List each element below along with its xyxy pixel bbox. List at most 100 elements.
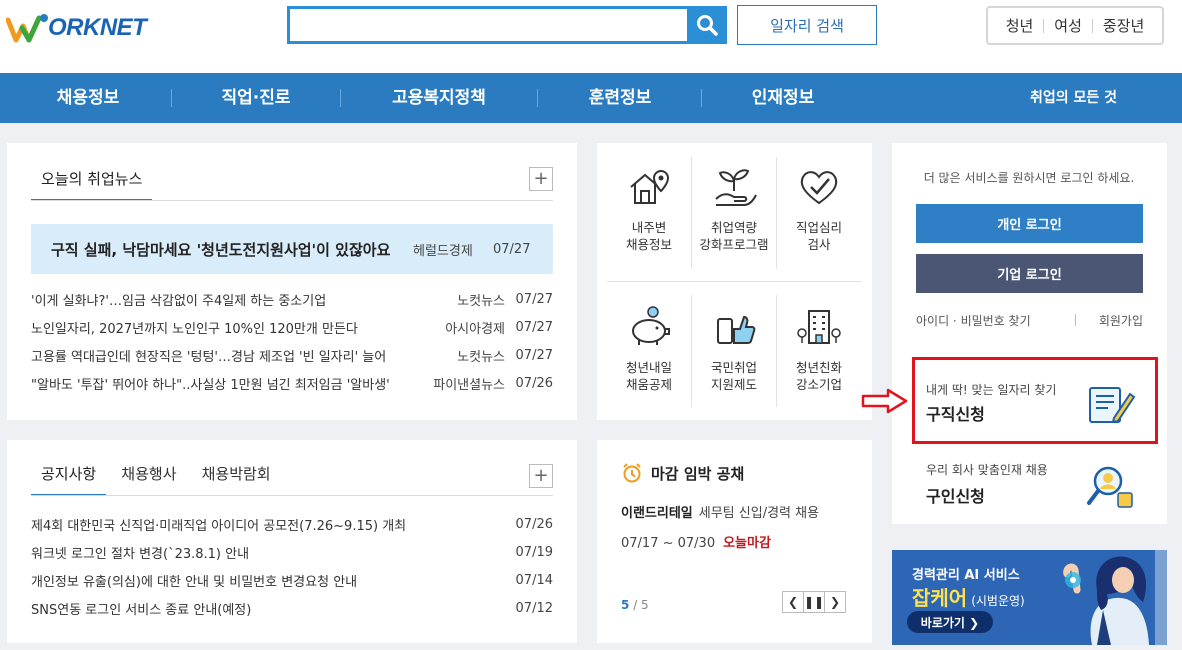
service-nearby-jobs[interactable]: 내주변채용정보 xyxy=(607,165,691,253)
service-label: 채용정보 xyxy=(625,237,672,252)
deadline-period-row: 07/17 ~ 07/30 오늘마감 xyxy=(621,532,771,551)
notice-title: SNS연동 로그인 서비스 종료 안내(예정) xyxy=(31,602,252,618)
list-item[interactable]: 고용률 역대급인데 현장직은 '텅텅'…경남 제조업 '빈 일자리' 늘어 노컷… xyxy=(31,341,553,369)
service-label: 내주변 xyxy=(631,220,667,235)
list-item[interactable]: 워크넷 로그인 절차 변경(`23.8.1) 안내 07/19 xyxy=(31,538,553,566)
jobcare-banner[interactable]: 경력관리 AI 서비스 잡케어 (시범운영) 바로가기 ❯ xyxy=(892,550,1167,645)
main-nav: 채용정보 직업·진로 고용복지정책 훈련정보 인재정보 취업의 모든 것 xyxy=(0,73,1182,123)
news-source: 파이낸셜뉴스 xyxy=(433,377,505,393)
tab-job-fairs[interactable]: 채용박람회 xyxy=(192,458,281,496)
building-icon xyxy=(797,310,841,344)
pager-controls: ❮ ❚❚ ❯ xyxy=(782,591,846,613)
nav-divider xyxy=(171,89,172,107)
service-label: 강소기업 xyxy=(795,377,842,392)
news-source: 아시아경제 xyxy=(445,321,505,337)
news-source: 노컷뉴스 xyxy=(457,349,505,365)
service-label: 취업역량 xyxy=(710,220,757,235)
personal-login-button[interactable]: 개인 로그인 xyxy=(916,204,1143,243)
list-item[interactable]: SNS연동 로그인 서비스 종료 안내(예정) 07/12 xyxy=(31,594,553,622)
woman-illustration-icon xyxy=(1063,550,1167,645)
banner-go-button[interactable]: 바로가기 ❯ xyxy=(907,611,993,633)
notice-date: 07/14 xyxy=(515,572,553,588)
service-job-skills[interactable]: 취업역량 강화프로그램 xyxy=(692,165,776,253)
news-more-button[interactable]: + xyxy=(529,167,553,191)
next-button[interactable]: ❯ xyxy=(824,591,846,613)
logo-text: ORKNET xyxy=(48,14,147,41)
notice-panel: 공지사항 채용행사 채용박람회 + 제4회 대한민국 신직업·미래직업 아이디어… xyxy=(7,440,577,643)
pager-current: 5 xyxy=(621,598,630,612)
heart-check-icon xyxy=(800,171,838,205)
service-youth-savings[interactable]: 청년내일 채움공제 xyxy=(607,305,691,393)
news-tabs: 오늘의 취업뉴스 xyxy=(31,163,153,201)
deadline-period: 07/17 ~ 07/30 xyxy=(621,536,716,551)
nav-item-career[interactable]: 직업·진로 xyxy=(200,73,312,123)
login-message: 더 많은 서비스를 원하시면 로그인 하세요. xyxy=(923,171,1135,185)
nav-item-jobs[interactable]: 채용정보 xyxy=(38,73,138,123)
find-account-link[interactable]: 아이디 · 비밀번호 찾기 xyxy=(916,312,1031,329)
notice-date: 07/12 xyxy=(515,600,553,616)
service-psych-test[interactable]: 직업심리검사 xyxy=(777,165,861,253)
deadline-job: 세무팀 신입/경력 채용 xyxy=(698,506,820,521)
news-title: '이게 실화냐?'…임금 삭감없이 주4일제 하는 중소기업 xyxy=(31,293,327,309)
nav-item-welfare[interactable]: 고용복지정책 xyxy=(370,73,508,123)
job-search-button[interactable]: 일자리 검색 xyxy=(737,5,877,45)
tab-notice[interactable]: 공지사항 xyxy=(31,458,107,496)
divider xyxy=(31,495,553,496)
headline-date: 07/27 xyxy=(493,241,531,257)
notice-title: 개인정보 유출(의심)에 대한 안내 및 비밀번호 변경요청 안내 xyxy=(31,574,358,590)
piggy-bank-icon xyxy=(632,306,670,345)
news-panel: 오늘의 취업뉴스 + 구직 실패, 낙담마세요 '청년도전지원사업'이 있잖아요… xyxy=(7,143,577,420)
target-women[interactable]: 여성 xyxy=(1044,15,1092,36)
nav-item-talent[interactable]: 인재정보 xyxy=(728,73,838,123)
notice-title: 워크넷 로그인 절차 변경(`23.8.1) 안내 xyxy=(31,546,250,562)
company-login-button[interactable]: 기업 로그인 xyxy=(916,254,1143,293)
headline-news[interactable]: 구직 실패, 낙담마세요 '청년도전지원사업'이 있잖아요 헤럴드경제 07/2… xyxy=(31,224,553,274)
notice-date: 07/26 xyxy=(515,516,553,532)
tab-today-news[interactable]: 오늘의 취업뉴스 xyxy=(31,163,153,201)
service-label: 검사 xyxy=(807,237,831,252)
service-label: 직업심리 xyxy=(795,220,842,235)
services-panel: 내주변 채용정보 취업역량 강화프로그램 직업심리 검사 청년내일 채움공제 국… xyxy=(597,143,872,420)
search-button[interactable] xyxy=(687,6,727,44)
deadline-company: 이랜드리테일 xyxy=(621,506,693,521)
search-icon xyxy=(697,15,718,36)
service-label: 청년내일 xyxy=(625,360,672,375)
headline-source: 헤럴드경제 xyxy=(413,243,473,259)
news-date: 07/27 xyxy=(515,319,553,335)
list-item[interactable]: 노인일자리, 2027년까지 노인인구 10%인 120만개 만든다 아시아경제… xyxy=(31,313,553,341)
phone-thumbs-up-icon xyxy=(717,315,756,344)
news-title: 노인일자리, 2027년까지 노인인구 10%인 120만개 만든다 xyxy=(31,321,358,337)
join-link[interactable]: 회원가입 xyxy=(1099,312,1143,329)
hire-card-title[interactable]: 구인신청 xyxy=(926,483,985,507)
deadline-posting[interactable]: 이랜드리테일 세무팀 신입/경력 채용 xyxy=(621,502,819,521)
worknet-logo[interactable]: ORKNET xyxy=(6,10,147,46)
notice-list: 제4회 대한민국 신직업·미래직업 아이디어 공모전(7.26~9.15) 개최… xyxy=(31,510,553,622)
list-item[interactable]: '이게 실화냐?'…임금 삭감없이 주4일제 하는 중소기업 노컷뉴스 07/2… xyxy=(31,285,553,313)
prev-button[interactable]: ❮ xyxy=(782,591,804,613)
nav-divider xyxy=(340,89,341,107)
list-item[interactable]: 제4회 대한민국 신직업·미래직업 아이디어 공모전(7.26~9.15) 개최… xyxy=(31,510,553,538)
target-youth[interactable]: 청년 xyxy=(996,15,1044,36)
pause-button[interactable]: ❚❚ xyxy=(803,591,825,613)
target-group-selector: 청년 여성 중장년 xyxy=(986,6,1164,45)
notice-more-button[interactable]: + xyxy=(529,464,553,488)
service-youth-friendly-company[interactable]: 청년친화강소기업 xyxy=(777,305,861,393)
tab-job-events[interactable]: 채용행사 xyxy=(111,458,186,496)
banner-title-sub: (시범운영) xyxy=(971,594,1025,608)
service-label: 국민취업 xyxy=(710,360,757,375)
notice-date: 07/19 xyxy=(515,544,553,560)
deadline-panel: 마감 임박 공채 이랜드리테일 세무팀 신입/경력 채용 07/17 ~ 07/3… xyxy=(597,440,872,643)
house-map-icon xyxy=(630,169,670,204)
nav-all-link[interactable]: 취업의 모든 것 xyxy=(1030,73,1117,123)
notice-title: 제4회 대한민국 신직업·미래직업 아이디어 공모전(7.26~9.15) 개최 xyxy=(31,518,407,534)
nav-divider xyxy=(537,89,538,107)
service-label: 청년친화 xyxy=(795,360,842,375)
search-input[interactable] xyxy=(290,9,727,41)
service-national-employment[interactable]: 국민취업 지원제도 xyxy=(692,305,776,393)
list-item[interactable]: 개인정보 유출(의심)에 대한 안내 및 비밀번호 변경요청 안내 07/14 xyxy=(31,566,553,594)
deadline-header: 마감 임박 공채 xyxy=(621,462,744,484)
target-middle-aged[interactable]: 중장년 xyxy=(1093,15,1154,36)
nav-item-training[interactable]: 훈련정보 xyxy=(565,73,675,123)
worknet-logo-icon xyxy=(6,14,48,43)
list-item[interactable]: "알바도 '투잡' 뛰어야 하나"..사실상 1만원 넘긴 최저임금 '알바생'… xyxy=(31,369,553,397)
